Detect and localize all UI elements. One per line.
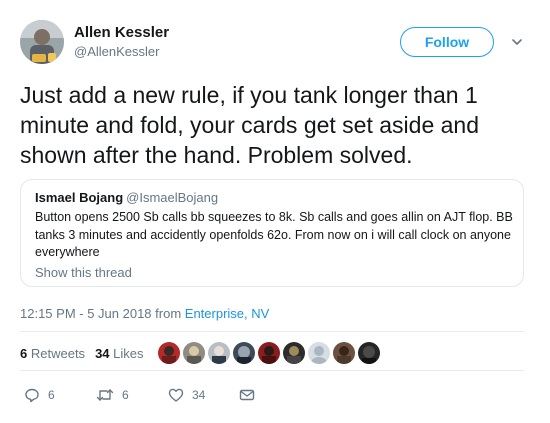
- liker-avatar[interactable]: [333, 342, 355, 364]
- timestamp-text[interactable]: 12:15 PM - 5 Jun 2018 from: [20, 306, 181, 321]
- reply-count: 6: [48, 388, 55, 402]
- retweet-action[interactable]: 6: [96, 386, 129, 404]
- author-avatar[interactable]: [20, 20, 64, 64]
- retweets-stat[interactable]: 6 Retweets: [20, 346, 85, 361]
- likes-count: 34: [95, 346, 110, 361]
- likes-stat[interactable]: 34 Likes: [95, 346, 143, 361]
- direct-message-action[interactable]: [239, 386, 255, 404]
- divider: [20, 370, 524, 371]
- location-link[interactable]: Enterprise, NV: [185, 306, 270, 321]
- reply-icon: [25, 388, 39, 403]
- quoted-author-name: Ismael Bojang: [35, 190, 124, 205]
- liker-avatar[interactable]: [208, 342, 230, 364]
- liker-avatar[interactable]: [183, 342, 205, 364]
- author-name[interactable]: Allen Kessler: [74, 24, 169, 41]
- quoted-tweet-header: Ismael Bojang @IsmaelBojang: [35, 190, 218, 205]
- tweet-text: Just add a new rule, if you tank longer …: [20, 82, 480, 168]
- message-icon: [239, 389, 255, 401]
- retweets-count: 6: [20, 346, 28, 361]
- liker-avatar[interactable]: [358, 342, 380, 364]
- liker-avatar[interactable]: [308, 342, 330, 364]
- author-handle[interactable]: @AllenKessler: [74, 44, 159, 59]
- like-count: 34: [192, 388, 206, 402]
- liker-avatar[interactable]: [258, 342, 280, 364]
- quoted-tweet[interactable]: Ismael Bojang @IsmaelBojang Button opens …: [20, 179, 524, 287]
- show-thread-link[interactable]: Show this thread: [35, 265, 132, 280]
- likes-label: Likes: [113, 346, 144, 361]
- follow-button[interactable]: Follow: [400, 27, 494, 57]
- tweet-timestamp: 12:15 PM - 5 Jun 2018 from Enterprise, N…: [20, 306, 269, 321]
- divider: [20, 331, 524, 332]
- chevron-down-icon[interactable]: [510, 35, 524, 49]
- liker-avatar[interactable]: [283, 342, 305, 364]
- quoted-tweet-text: Button opens 2500 Sb calls bb squeezes t…: [35, 210, 513, 259]
- heart-icon: [168, 388, 184, 402]
- liker-avatar[interactable]: [158, 342, 180, 364]
- retweets-label: Retweets: [30, 346, 86, 361]
- tweet-stats: 6 Retweets 34 Likes: [20, 346, 144, 361]
- quoted-author-handle: @IsmaelBojang: [126, 190, 219, 205]
- liker-avatar[interactable]: [233, 342, 255, 364]
- retweet-icon: [96, 389, 114, 401]
- retweet-count: 6: [122, 388, 129, 402]
- like-action[interactable]: 34: [168, 386, 205, 404]
- reply-action[interactable]: 6: [24, 386, 55, 404]
